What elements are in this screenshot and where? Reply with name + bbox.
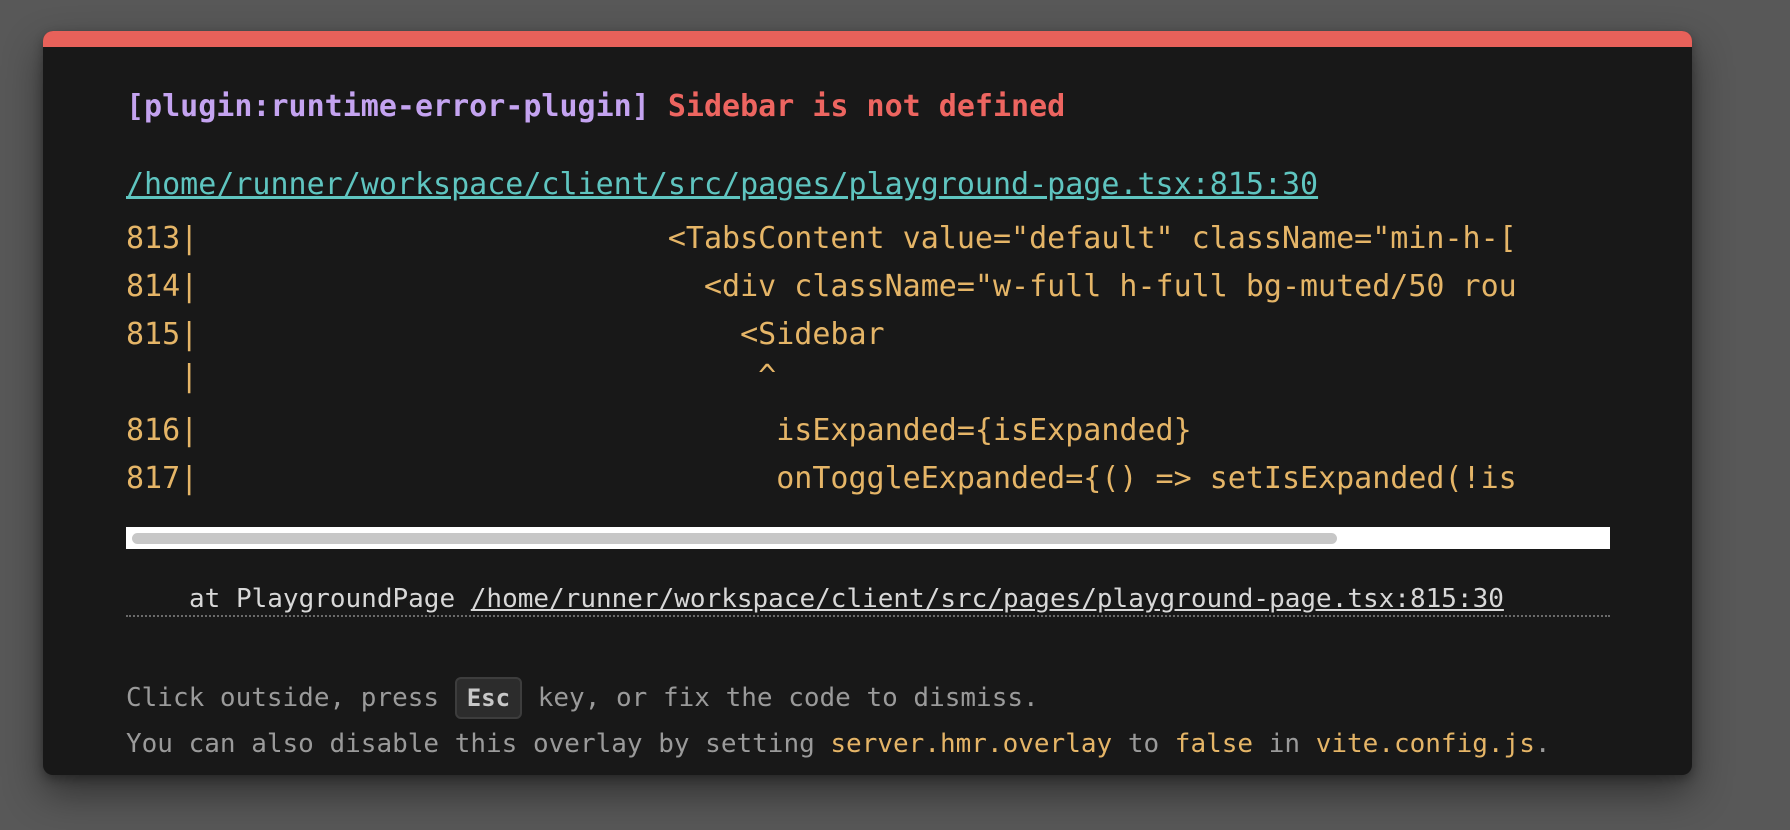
config-key: server.hmr.overlay	[830, 729, 1113, 759]
esc-key: Esc	[454, 677, 523, 719]
config-file: vite.config.js	[1315, 729, 1535, 759]
error-file-link[interactable]: /home/runner/workspace/client/src/pages/…	[126, 165, 1318, 205]
error-message: Sidebar is not defined	[667, 89, 1066, 124]
error-overlay: [plugin:runtime-error-plugin] Sidebar is…	[43, 31, 1692, 775]
code-line: 817| onToggleExpanded={() => setIsExpand…	[126, 461, 1517, 496]
code-horizontal-scrollbar[interactable]	[126, 527, 1610, 549]
config-value: false	[1174, 729, 1254, 759]
code-line: 814| <div className="w-full h-full bg-mu…	[126, 269, 1517, 304]
code-frame: 813| <TabsContent value="default" classN…	[126, 215, 1610, 527]
dismiss-tip: Click outside, press Esc key, or fix the…	[126, 677, 1039, 719]
tip-text: in	[1253, 729, 1316, 759]
tip-text: .	[1534, 729, 1551, 759]
code-line-error: 815| <Sidebar	[126, 317, 885, 352]
error-title: [plugin:runtime-error-plugin] Sidebar is…	[126, 87, 1065, 127]
plugin-tag: [plugin:runtime-error-plugin]	[126, 89, 650, 124]
code-line: 813| <TabsContent value="default" classN…	[126, 221, 1517, 256]
tip-text: to	[1112, 729, 1175, 759]
error-accent-bar	[43, 31, 1692, 47]
stack-trace: at PlaygroundPage /home/runner/workspace…	[189, 581, 1504, 617]
code-caret-line: | ^	[126, 359, 777, 394]
divider	[126, 615, 1610, 617]
disable-overlay-tip: You can also disable this overlay by set…	[126, 724, 1551, 764]
stack-file-link[interactable]: /home/runner/workspace/client/src/pages/…	[471, 584, 1504, 614]
tip-text: key, or fix the code to dismiss.	[522, 683, 1039, 713]
stack-prefix: at PlaygroundPage	[189, 584, 471, 614]
tip-text: You can also disable this overlay by set…	[126, 729, 831, 759]
tip-text: Click outside, press	[126, 683, 455, 713]
scrollbar-thumb[interactable]	[132, 533, 1337, 544]
code-line: 816| isExpanded={isExpanded}	[126, 413, 1192, 448]
